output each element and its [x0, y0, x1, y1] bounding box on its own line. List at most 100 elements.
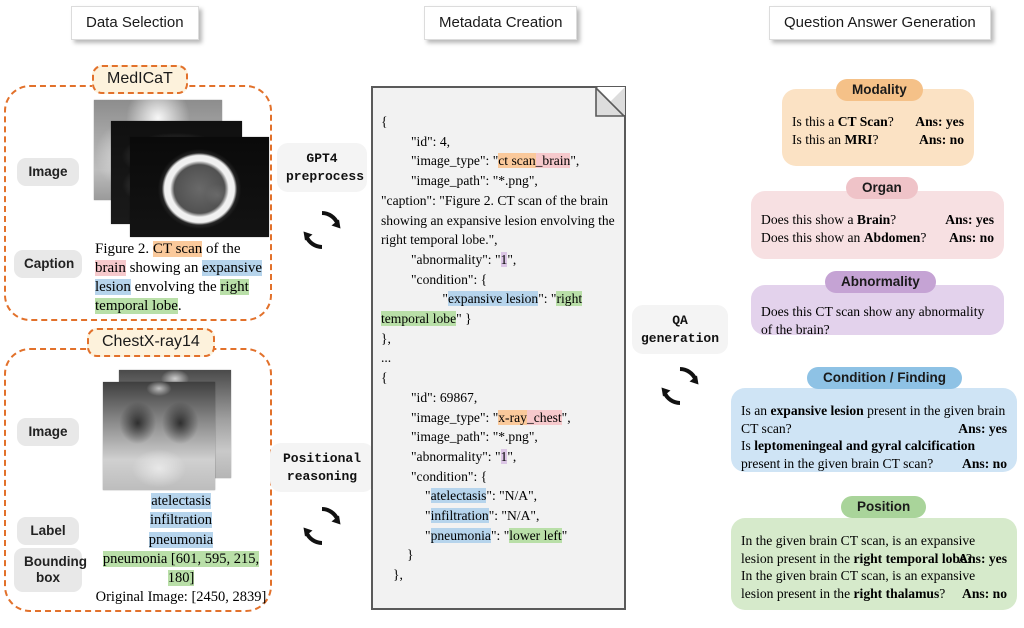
json-condition-key: infiltration: [430, 508, 489, 524]
qa-answer: Ans: yes: [958, 550, 1007, 566]
qa-title-label: Modality: [852, 82, 907, 97]
qa-row: Does this show an Abdomen? Ans: no: [761, 229, 994, 247]
json-line-close: },: [381, 330, 391, 346]
qa-card-title-abnormality: Abnormality: [825, 271, 936, 293]
qa-title-label: Abnormality: [841, 274, 920, 289]
json-line-condition-row: "atelectasis": "N/A",: [381, 486, 616, 506]
bounding-box-value: pneumonia [601, 595, 215, 180]: [102, 550, 260, 587]
qa-q-post: present in the given brain CT scan?: [741, 456, 934, 472]
qa-body-abnormality: Does this CT scan show any abnormality o…: [751, 291, 1004, 346]
qa-question: In the given brain CT scan, is an expans…: [741, 568, 975, 601]
json-line-image-path-2: "image_path": "*.png",: [411, 429, 538, 445]
qa-title-label: Condition / Finding: [823, 370, 946, 385]
column-header-qa-generation: Question Answer Generation: [769, 6, 991, 40]
qa-q-post: ?: [920, 229, 927, 245]
qa-question: Does this show an Abdomen?: [761, 229, 926, 247]
caption-seg-1: CT scan: [152, 241, 203, 257]
json-tail: ",: [507, 448, 517, 464]
row-label-text: Caption: [24, 256, 75, 271]
json-tail: ": [561, 527, 568, 543]
cycle-icon: [299, 503, 345, 554]
json-line-id: "id": 4,: [411, 133, 451, 149]
json-value-modality: ct scan: [498, 153, 536, 169]
label-text-chestxray14: atelectasis infiltration pneumonia pneum…: [95, 492, 267, 608]
json-value-organ: _brain: [535, 153, 571, 169]
qa-answer: Ans: no: [962, 456, 1007, 472]
qa-q-post: ?: [939, 586, 946, 602]
json-condition-value: N/A: [504, 488, 529, 504]
json-quote: ": [425, 527, 431, 543]
medical-image-front-chest-xray: [103, 382, 215, 490]
qa-row: Does this show a Brain? Ans: yes: [761, 211, 994, 229]
dataset-badge-label: MedICaT: [107, 70, 173, 87]
process-label-qa-generation: QA generation: [632, 305, 728, 355]
json-line-open: {: [381, 114, 388, 129]
qa-entry: Is an expansive lesion present in the gi…: [741, 402, 1007, 437]
qa-answer: Ans: yes: [958, 420, 1007, 436]
qa-q-pre: Is this an: [792, 131, 845, 147]
caption-seg-2: of the: [202, 241, 241, 257]
column-header-metadata-creation: Metadata Creation: [424, 6, 578, 40]
qa-q-pre: Is an: [741, 403, 771, 418]
qa-card-title-condition-finding: Condition / Finding: [807, 367, 962, 389]
qa-title-label: Organ: [862, 180, 902, 195]
qa-card-title-modality: Modality: [836, 79, 923, 101]
process-label-line1: QA: [672, 313, 688, 328]
label-line: atelectasis: [95, 492, 267, 511]
caption-seg-3: brain: [95, 260, 126, 277]
json-sep: ": ": [488, 508, 507, 524]
qa-card-title-position: Position: [841, 496, 927, 518]
json-key: "image_type": ": [411, 409, 499, 425]
label-atelectasis: atelectasis: [151, 493, 211, 509]
json-quote: ": [425, 488, 431, 504]
json-key: "abnormality": ": [411, 251, 501, 267]
json-value-modality: x-ray: [498, 409, 527, 425]
label-infiltration: infiltration: [149, 512, 212, 529]
qa-body-organ: Does this show a Brain? Ans: yes Does th…: [751, 195, 1004, 254]
qa-question: In the given brain CT scan, is an expans…: [741, 533, 975, 566]
qa-answer: Ans: yes: [915, 114, 964, 129]
json-tail: ",: [507, 251, 517, 267]
row-label-text: Label: [30, 523, 66, 538]
json-key: "abnormality": ": [411, 448, 501, 464]
medical-image-front-brain-ct: [130, 137, 269, 237]
column-header-data-selection: Data Selection: [71, 6, 199, 40]
json-condition-key: pneumonia: [430, 527, 491, 543]
qa-q-keyword: CT Scan: [837, 114, 888, 129]
cycle-icon: [299, 207, 345, 258]
qa-answer: Ans: no: [962, 586, 1007, 602]
json-tail: ",: [530, 508, 540, 524]
qa-row: Is this a CT Scan? Ans: yes: [792, 113, 964, 131]
json-tail: ",: [528, 488, 538, 504]
json-condition-key: atelectasis: [430, 488, 487, 504]
qa-q-keyword: right thalamus: [853, 586, 940, 602]
process-label-line2: reasoning: [286, 468, 358, 484]
json-line-condition-row: "pneumonia": "lower left": [381, 526, 616, 546]
qa-q-keyword: expansive lesion: [770, 403, 864, 418]
label-line: pneumonia: [95, 531, 267, 550]
image-stack-chest-xray: [103, 370, 233, 492]
qa-title-label: Position: [857, 499, 911, 514]
column-header-label: Metadata Creation: [439, 14, 563, 31]
label-pneumonia: pneumonia: [148, 531, 214, 548]
qa-question: Does this CT scan show any abnormality o…: [761, 304, 985, 337]
json-quote: ": [425, 508, 431, 524]
json-sep: ": ": [538, 291, 557, 307]
json-line-image-type-2: "image_type": "x-ray_chest",: [381, 408, 616, 428]
row-label-text: Image: [28, 164, 68, 179]
json-condition-value: lower left: [509, 527, 562, 543]
json-tail: ",: [570, 153, 580, 169]
qa-body-condition-finding: Is an expansive lesion present in the gi…: [731, 392, 1017, 481]
caption-seg-8: .: [177, 298, 182, 315]
qa-q-pre: Is: [741, 438, 755, 454]
qa-row: Does this CT scan show any abnormality o…: [761, 303, 994, 338]
qa-q-pre: Is this a: [792, 114, 838, 129]
dataset-badge-chestxray14: ChestX-ray14: [87, 328, 215, 357]
json-condition-key: expansive lesion: [447, 291, 539, 307]
json-tail: " }: [456, 311, 472, 327]
process-label-positional-reasoning: Positional reasoning: [270, 443, 374, 493]
json-line-id-2: "id": 69867,: [411, 389, 478, 405]
row-label-image-chestxray14: Image: [17, 418, 79, 446]
qa-card-title-organ: Organ: [846, 177, 918, 199]
qa-question: Is leptomeningeal and gyral calcificatio…: [741, 438, 975, 471]
